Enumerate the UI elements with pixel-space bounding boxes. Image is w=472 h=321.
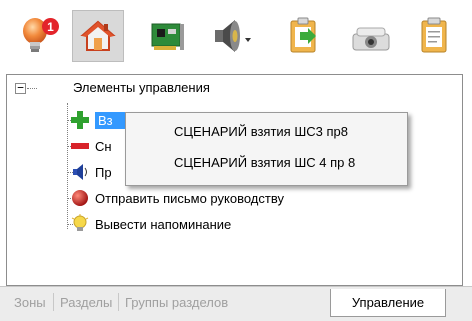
- notification-badge: 1: [42, 18, 59, 35]
- report-button[interactable]: [408, 10, 460, 62]
- tab-partitions[interactable]: Разделы: [60, 295, 112, 310]
- collapse-toggle[interactable]: −: [15, 82, 26, 94]
- tree-item-sound[interactable]: Пр: [69, 161, 112, 183]
- tab-zones[interactable]: Зоны: [14, 295, 46, 310]
- tabs-bar: Зоны Разделы Группы разделов Управление: [0, 286, 472, 321]
- tree-item-label: Пр: [95, 164, 112, 180]
- devices-button[interactable]: [142, 10, 194, 62]
- clipboard-icon: [421, 17, 447, 53]
- red-minus-icon: [69, 136, 91, 156]
- scenario-context-menu: СЦЕНАРИЙ взятия ШС3 пр8 СЦЕНАРИЙ взятия …: [125, 112, 408, 186]
- menu-item-scenario-shs3[interactable]: СЦЕНАРИЙ взятия ШС3 пр8: [174, 124, 348, 139]
- camera-device-icon: [352, 27, 390, 51]
- tree-item-scenario-disarm[interactable]: Сн: [69, 135, 112, 157]
- red-ball-icon: [69, 188, 91, 208]
- camera-button[interactable]: [345, 10, 397, 62]
- tab-separator: [53, 293, 54, 311]
- alerts-button[interactable]: 1: [12, 10, 64, 62]
- clipboard-export-icon: [290, 17, 316, 53]
- tree-item-send-letter[interactable]: Отправить письмо руководству: [69, 187, 284, 209]
- speaker-blue-icon: [69, 162, 91, 182]
- toolbar: 1: [0, 0, 472, 72]
- sound-button[interactable]: [205, 10, 257, 62]
- green-plus-icon: [69, 110, 91, 130]
- tree-item-label: Сн: [95, 138, 112, 154]
- home-icon: [80, 20, 116, 51]
- tab-separator: [118, 293, 119, 311]
- menu-item-scenario-shs4[interactable]: СЦЕНАРИЙ взятия ШС 4 пр 8: [174, 155, 355, 170]
- tree-item-label: Отправить письмо руководству: [95, 190, 284, 206]
- tree-item-label: Вывести напоминание: [95, 216, 232, 232]
- home-button[interactable]: [72, 10, 124, 62]
- export-button[interactable]: [278, 10, 330, 62]
- tab-control[interactable]: Управление: [330, 289, 446, 317]
- tab-partition-groups[interactable]: Группы разделов: [125, 295, 228, 310]
- tree-item-reminder[interactable]: Вывести напоминание: [69, 213, 231, 235]
- tree-connector: [67, 103, 68, 229]
- speaker-icon: [215, 20, 251, 52]
- tree-connector: [27, 88, 37, 89]
- lightbulb-icon: [69, 214, 91, 234]
- tree-root-label[interactable]: Элементы управления: [73, 80, 210, 95]
- network-card-icon: [151, 23, 184, 50]
